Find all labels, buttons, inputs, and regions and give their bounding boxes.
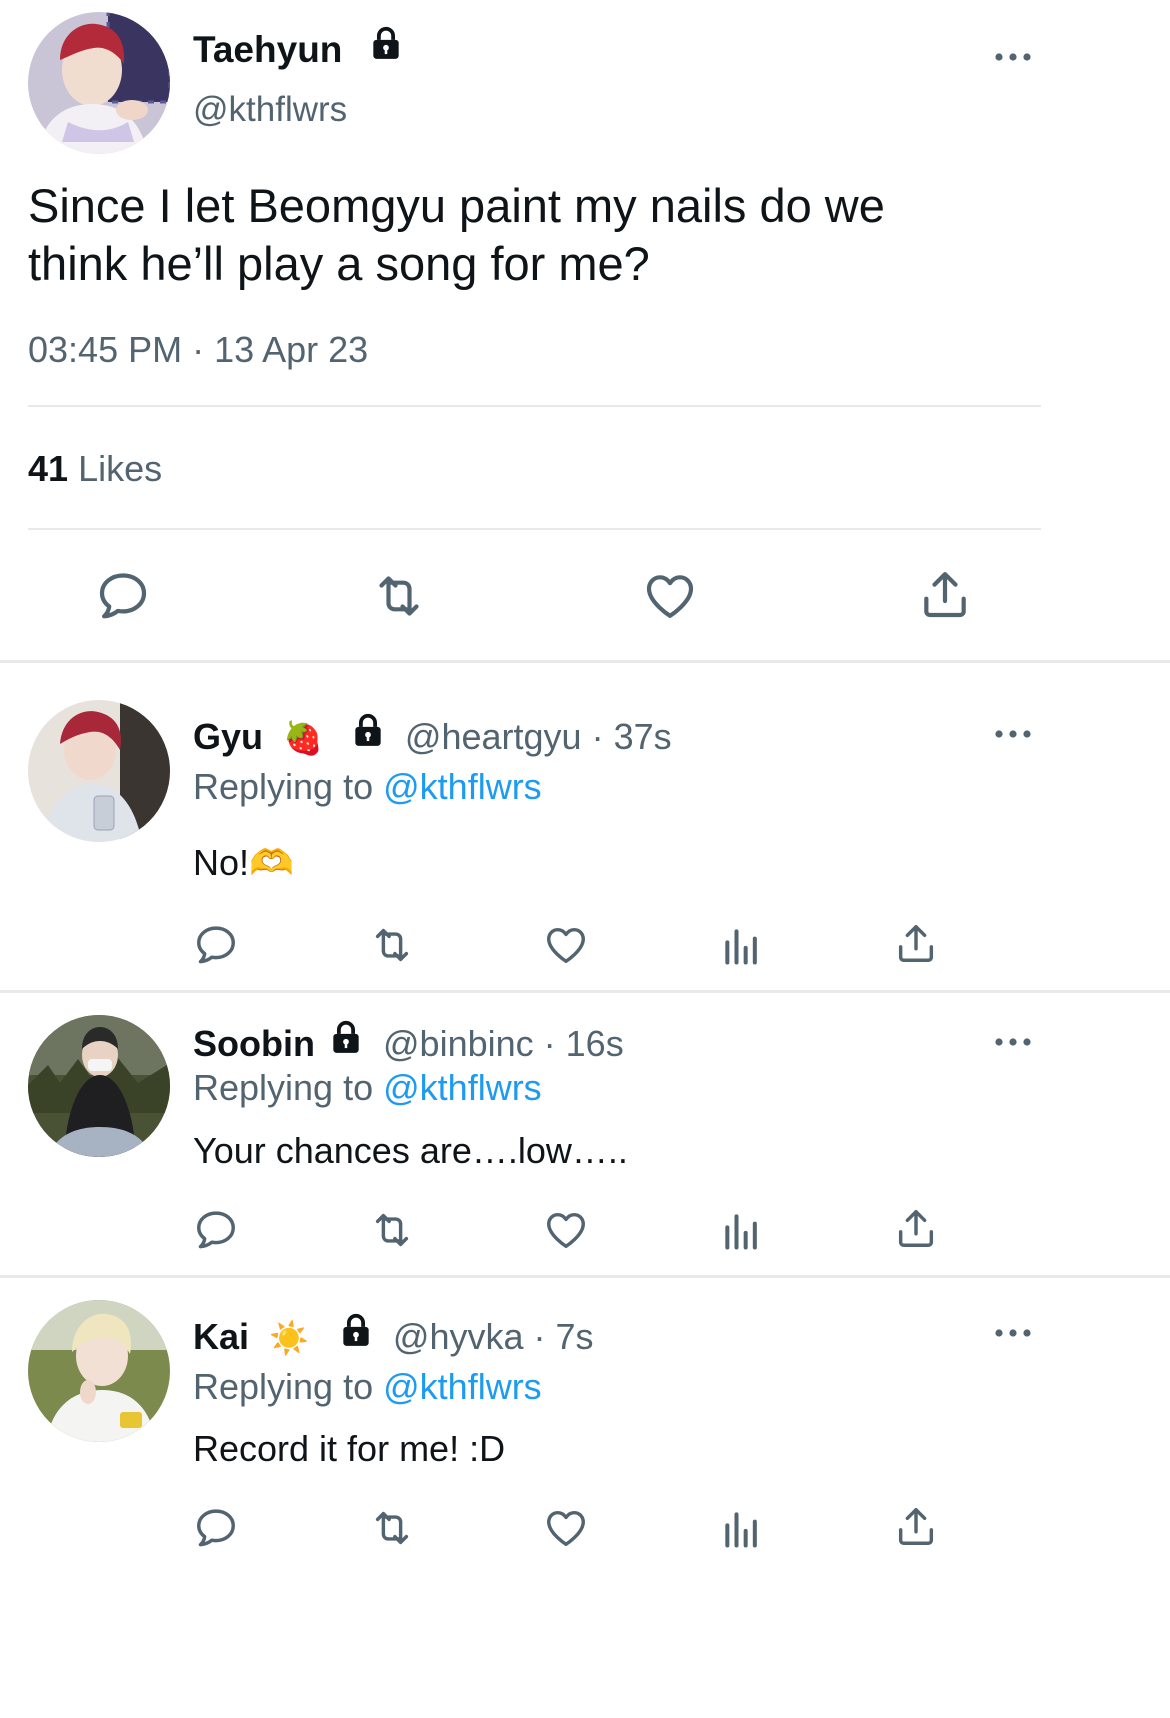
handle[interactable]: @hyvka (393, 1316, 524, 1357)
main-tweet-text-line-1: Since I let Beomgyu paint my nails do we (28, 179, 885, 232)
retweet-icon[interactable] (368, 568, 430, 624)
retweet-icon[interactable] (366, 1207, 418, 1253)
divider (28, 405, 1041, 407)
likes-count: 41 (28, 448, 69, 489)
share-icon[interactable] (893, 920, 939, 966)
more-options-icon[interactable] (993, 727, 1033, 739)
reply-time[interactable]: · 7s (534, 1316, 594, 1357)
replying-to-link[interactable]: @kthflwrs (383, 766, 542, 807)
avatar-gyu[interactable] (28, 700, 170, 842)
handle[interactable]: @heartgyu (405, 716, 582, 757)
strawberry-emoji-icon: 🍓 (283, 720, 323, 756)
views-icon[interactable] (720, 1507, 764, 1551)
like-icon[interactable] (642, 568, 698, 624)
section-divider (0, 990, 1170, 993)
more-options-icon[interactable] (993, 1035, 1033, 1047)
replying-to-label: Replying to (193, 1067, 374, 1108)
replying-to-label: Replying to (193, 766, 374, 807)
reply-time[interactable]: · 16s (544, 1023, 624, 1064)
replying-to-link[interactable]: @kthflwrs (383, 1067, 542, 1108)
section-divider (0, 660, 1170, 663)
share-icon[interactable] (917, 566, 973, 622)
lock-icon (349, 711, 387, 760)
likes-count-row[interactable]: 41 Likes (28, 447, 162, 491)
like-icon[interactable] (543, 922, 589, 968)
reply-text: Your chances are….low….. (193, 1130, 628, 1171)
replying-to-link[interactable]: @kthflwrs (383, 1366, 542, 1407)
display-name[interactable]: Soobin (193, 1023, 315, 1064)
lock-icon (327, 1018, 365, 1067)
replying-to-label: Replying to (193, 1366, 374, 1407)
replying-to: Replying to @kthflwrs (193, 764, 542, 810)
reply-header: Gyu 🍓 @heartgyu · 37s (193, 714, 672, 764)
reply-icon[interactable] (193, 1505, 239, 1551)
handle[interactable]: @binbinc (383, 1023, 534, 1064)
main-handle[interactable]: @kthflwrs (193, 88, 347, 132)
avatar-taehyun[interactable] (28, 12, 170, 154)
avatar-kai[interactable] (28, 1300, 170, 1442)
more-options-icon[interactable] (993, 1326, 1033, 1338)
reply-header: Soobin @binbinc · 16s (193, 1021, 624, 1071)
main-tweet-text-line-2: think he’ll play a song for me? (28, 237, 650, 290)
reply-header: Kai ☀️ @hyvka · 7s (193, 1314, 594, 1364)
share-icon[interactable] (893, 1205, 939, 1251)
lock-icon (337, 1311, 375, 1360)
like-icon[interactable] (543, 1505, 589, 1551)
main-display-name[interactable]: Taehyun (193, 28, 405, 76)
retweet-icon[interactable] (366, 1505, 418, 1551)
retweet-icon[interactable] (366, 922, 418, 968)
more-options-icon[interactable] (993, 50, 1033, 62)
replying-to: Replying to @kthflwrs (193, 1065, 542, 1111)
share-icon[interactable] (893, 1503, 939, 1549)
sun-emoji-icon: ☀️ (269, 1320, 309, 1356)
main-timestamp[interactable]: 03:45 PM · 13 Apr 23 (28, 328, 368, 372)
reply-time[interactable]: · 37s (592, 716, 672, 757)
views-icon[interactable] (720, 1209, 764, 1253)
avatar-soobin[interactable] (28, 1015, 170, 1157)
like-icon[interactable] (543, 1207, 589, 1253)
reply-text: Record it for me! :D (193, 1428, 506, 1469)
reply-icon[interactable] (193, 922, 239, 968)
display-name[interactable]: Kai (193, 1316, 249, 1357)
reply-icon[interactable] (95, 568, 151, 624)
divider (28, 528, 1041, 530)
likes-label: Likes (78, 448, 163, 489)
views-icon[interactable] (720, 924, 764, 968)
lock-icon (367, 24, 405, 72)
reply-text: No!🫶 (193, 842, 294, 883)
display-name[interactable]: Gyu (193, 716, 263, 757)
display-name-text[interactable]: Taehyun (193, 29, 342, 70)
replying-to: Replying to @kthflwrs (193, 1364, 542, 1410)
reply-icon[interactable] (193, 1207, 239, 1253)
section-divider (0, 1275, 1170, 1278)
